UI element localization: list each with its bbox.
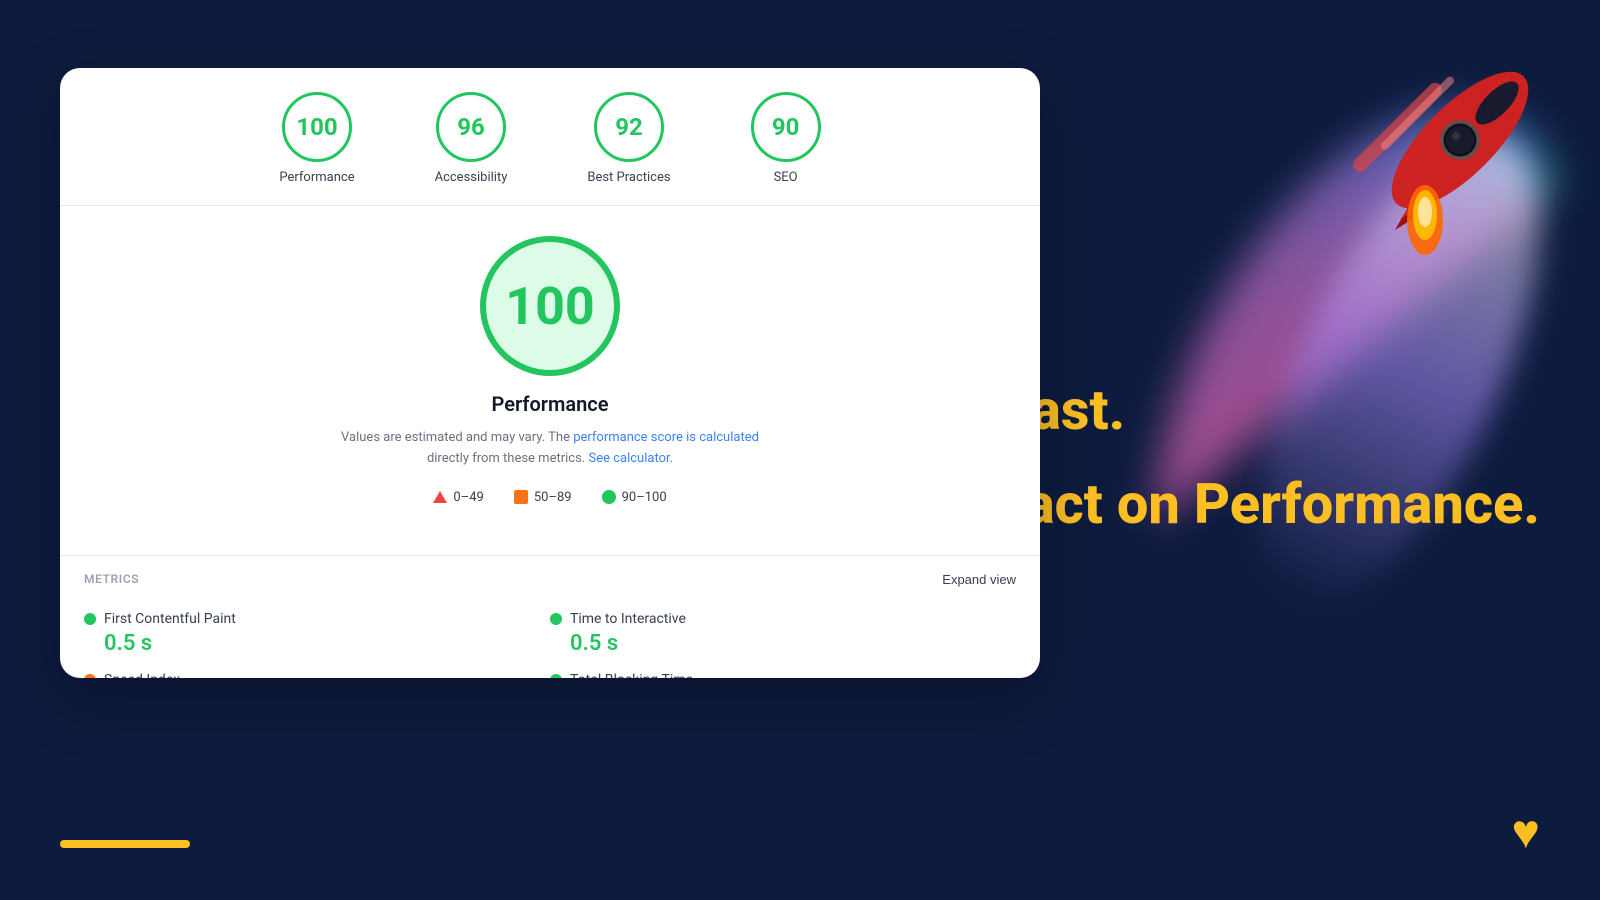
metrics-header: METRICS Expand view — [84, 572, 1016, 587]
metric-fcp-name-row: First Contentful Paint — [84, 611, 550, 627]
heart-icon: ♥ — [1512, 803, 1541, 860]
legend-pass: 90–100 — [602, 490, 667, 505]
metric-si-dot — [84, 674, 96, 678]
score-label-accessibility: Accessibility — [435, 170, 508, 185]
legend-fail: 0–49 — [433, 490, 483, 505]
metric-tbt-name-row: Total Blocking Time — [550, 672, 1016, 678]
expand-view-button[interactable]: Expand view — [942, 572, 1016, 587]
metrics-section: METRICS Expand view First Contentful Pai… — [60, 556, 1040, 678]
metrics-grid: First Contentful Paint 0.5 s Time to Int… — [84, 603, 1016, 678]
fail-icon — [433, 491, 447, 503]
metric-tti: Time to Interactive 0.5 s — [550, 603, 1016, 664]
metric-si-name: Speed Index — [104, 672, 180, 678]
main-content: 100 Performance Values are estimated and… — [60, 206, 1040, 555]
score-label-best-practices: Best Practices — [587, 170, 670, 185]
score-circle-performance: 100 — [282, 92, 352, 162]
main-score-circle: 100 — [480, 236, 620, 376]
description-text: Values are estimated and may vary. The p… — [341, 428, 759, 470]
rocket-image — [1280, 20, 1560, 344]
average-icon — [514, 490, 528, 504]
legend-average: 50–89 — [514, 490, 572, 505]
score-circle-best-practices: 92 — [594, 92, 664, 162]
metric-fcp: First Contentful Paint 0.5 s — [84, 603, 550, 664]
pass-icon — [602, 490, 616, 504]
metric-tti-name: Time to Interactive — [570, 611, 686, 627]
score-label-performance: Performance — [279, 170, 354, 185]
metric-fcp-value: 0.5 s — [104, 631, 550, 656]
metric-fcp-dot — [84, 613, 96, 625]
score-performance: 100 Performance — [279, 92, 354, 185]
average-range: 50–89 — [534, 490, 572, 505]
metric-tti-name-row: Time to Interactive — [550, 611, 1016, 627]
metric-si: Speed Index — [84, 664, 550, 678]
score-circle-accessibility: 96 — [436, 92, 506, 162]
bottom-accent-bar — [60, 840, 190, 848]
score-legend: 0–49 50–89 90–100 — [433, 490, 666, 505]
score-seo: 90 SEO — [751, 92, 821, 185]
performance-title: Performance — [492, 392, 609, 416]
scores-section: 100 Performance 96 Accessibility 92 Best… — [60, 68, 1040, 206]
score-accessibility: 96 Accessibility — [435, 92, 508, 185]
score-best-practices: 92 Best Practices — [587, 92, 670, 185]
metric-tti-value: 0.5 s — [570, 631, 1016, 656]
metric-fcp-name: First Contentful Paint — [104, 611, 236, 627]
main-score-number: 100 — [505, 276, 595, 337]
lighthouse-card: 100 Performance 96 Accessibility 92 Best… — [60, 68, 1040, 678]
score-label-seo: SEO — [774, 170, 798, 185]
metrics-title-label: METRICS — [84, 572, 139, 586]
metric-si-name-row: Speed Index — [84, 672, 550, 678]
metric-tbt-name: Total Blocking Time — [570, 672, 693, 678]
score-circle-seo: 90 — [751, 92, 821, 162]
metric-tbt: Total Blocking Time — [550, 664, 1016, 678]
fail-range: 0–49 — [453, 490, 483, 505]
see-calculator-link[interactable]: See calculator. — [588, 451, 673, 466]
performance-score-link[interactable]: performance score is calculated — [573, 430, 759, 445]
metric-tbt-dot — [550, 674, 562, 678]
pass-range: 90–100 — [622, 490, 667, 505]
metric-tti-dot — [550, 613, 562, 625]
